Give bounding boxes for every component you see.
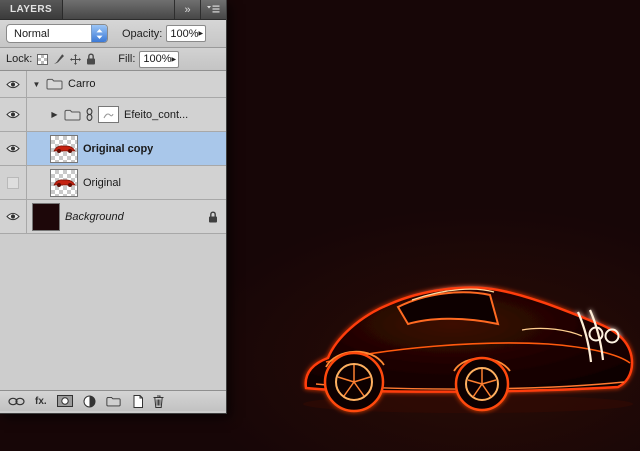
eye-icon bbox=[6, 80, 20, 89]
visibility-toggle[interactable] bbox=[0, 200, 27, 233]
lock-label: Lock: bbox=[6, 53, 32, 65]
eye-icon bbox=[6, 144, 20, 153]
red-car-thumbnail-art bbox=[52, 143, 76, 154]
red-car-thumbnail-art bbox=[52, 177, 76, 188]
blend-mode-stepper-icon bbox=[91, 25, 107, 42]
add-layer-mask-button[interactable] bbox=[57, 395, 73, 407]
delete-layer-button[interactable] bbox=[153, 395, 164, 408]
panel-menu-button[interactable] bbox=[200, 0, 226, 19]
opacity-value: 100% bbox=[170, 28, 198, 40]
visibility-toggle[interactable] bbox=[0, 98, 27, 131]
lock-position-button[interactable] bbox=[70, 54, 81, 65]
move-icon bbox=[70, 54, 81, 65]
layer-row-original[interactable]: Original bbox=[0, 166, 226, 200]
layers-tab-label: LAYERS bbox=[10, 4, 52, 15]
collapse-arrows-icon: » bbox=[184, 4, 190, 16]
panel-footer: fx. bbox=[0, 390, 226, 411]
fill-value: 100% bbox=[143, 53, 171, 65]
layer-thumbnail[interactable] bbox=[32, 203, 60, 231]
mask-mark bbox=[103, 111, 114, 119]
link-layers-button[interactable] bbox=[8, 397, 25, 406]
link-icon bbox=[86, 108, 93, 121]
new-group-folder-icon bbox=[106, 396, 121, 407]
opacity-field[interactable]: 100% ▶ bbox=[166, 25, 206, 42]
padlock-icon bbox=[86, 53, 96, 65]
layer-name: Carro bbox=[68, 78, 96, 90]
collapse-panel-button[interactable]: » bbox=[174, 0, 200, 19]
blend-options-row: Normal Opacity: 100% ▶ bbox=[0, 20, 226, 48]
brush-icon bbox=[53, 53, 65, 65]
lock-transparency-button[interactable] bbox=[37, 54, 48, 65]
panel-menu-icon bbox=[207, 5, 220, 14]
layer-thumbnail[interactable] bbox=[50, 169, 78, 197]
header-spacer bbox=[63, 0, 174, 19]
layer-row-carro[interactable]: ▼ Carro bbox=[0, 71, 226, 98]
group-expand-triangle[interactable]: ▼ bbox=[32, 80, 41, 89]
car-artwork bbox=[296, 270, 640, 420]
trash-icon bbox=[153, 395, 164, 408]
fx-icon: fx. bbox=[35, 396, 47, 407]
chain-link-icon bbox=[8, 397, 25, 406]
fill-field[interactable]: 100% ▶ bbox=[139, 51, 179, 68]
visibility-toggle[interactable] bbox=[0, 71, 27, 97]
layer-row-background[interactable]: Background bbox=[0, 200, 226, 234]
new-layer-button[interactable] bbox=[131, 395, 143, 408]
layers-panel: LAYERS » Normal Opacity: bbox=[0, 0, 227, 414]
layer-name: Original bbox=[83, 177, 121, 189]
layer-mask-thumbnail[interactable] bbox=[98, 106, 119, 123]
layer-name: Original copy bbox=[83, 143, 153, 155]
opacity-stepper-icon: ▶ bbox=[199, 30, 204, 37]
panel-header: LAYERS » bbox=[0, 0, 226, 20]
layer-name: Background bbox=[65, 211, 124, 223]
visibility-toggle[interactable] bbox=[0, 166, 27, 199]
empty-eye-well bbox=[7, 177, 19, 189]
new-layer-icon bbox=[131, 395, 143, 408]
folder-icon bbox=[64, 109, 81, 121]
lock-transparency-icon bbox=[37, 54, 48, 65]
group-expand-triangle[interactable]: ▶ bbox=[50, 110, 59, 119]
layer-list-empty-area bbox=[0, 234, 226, 390]
layer-row-efeito[interactable]: ▶ Efeito_cont... bbox=[0, 98, 226, 132]
folder-icon bbox=[46, 78, 63, 90]
blend-mode-value: Normal bbox=[7, 28, 91, 40]
layers-tab[interactable]: LAYERS bbox=[0, 0, 63, 19]
blend-mode-select[interactable]: Normal bbox=[6, 24, 108, 43]
adjustment-circle-icon bbox=[83, 395, 96, 408]
lock-pixels-button[interactable] bbox=[53, 53, 65, 65]
layer-row-original-copy[interactable]: Original copy bbox=[0, 132, 226, 166]
new-group-button[interactable] bbox=[106, 396, 121, 407]
layer-thumbnail[interactable] bbox=[50, 135, 78, 163]
eye-icon bbox=[6, 212, 20, 221]
fill-stepper-icon: ▶ bbox=[172, 56, 177, 63]
background-lock-icon bbox=[208, 211, 218, 223]
fill-label: Fill: bbox=[118, 53, 135, 65]
visibility-toggle[interactable] bbox=[0, 132, 27, 165]
layer-mask-icon bbox=[57, 395, 73, 407]
lock-all-button[interactable] bbox=[86, 53, 96, 65]
eye-icon bbox=[6, 110, 20, 119]
opacity-label: Opacity: bbox=[122, 28, 162, 40]
layer-style-button[interactable]: fx. bbox=[35, 396, 47, 407]
glowing-car-image bbox=[296, 270, 640, 420]
adjustment-layer-button[interactable] bbox=[83, 395, 96, 408]
lock-row: Lock: Fill: 100% ▶ bbox=[0, 48, 226, 71]
layer-name: Efeito_cont... bbox=[124, 109, 188, 121]
layer-list: ▼ Carro ▶ bbox=[0, 71, 226, 390]
